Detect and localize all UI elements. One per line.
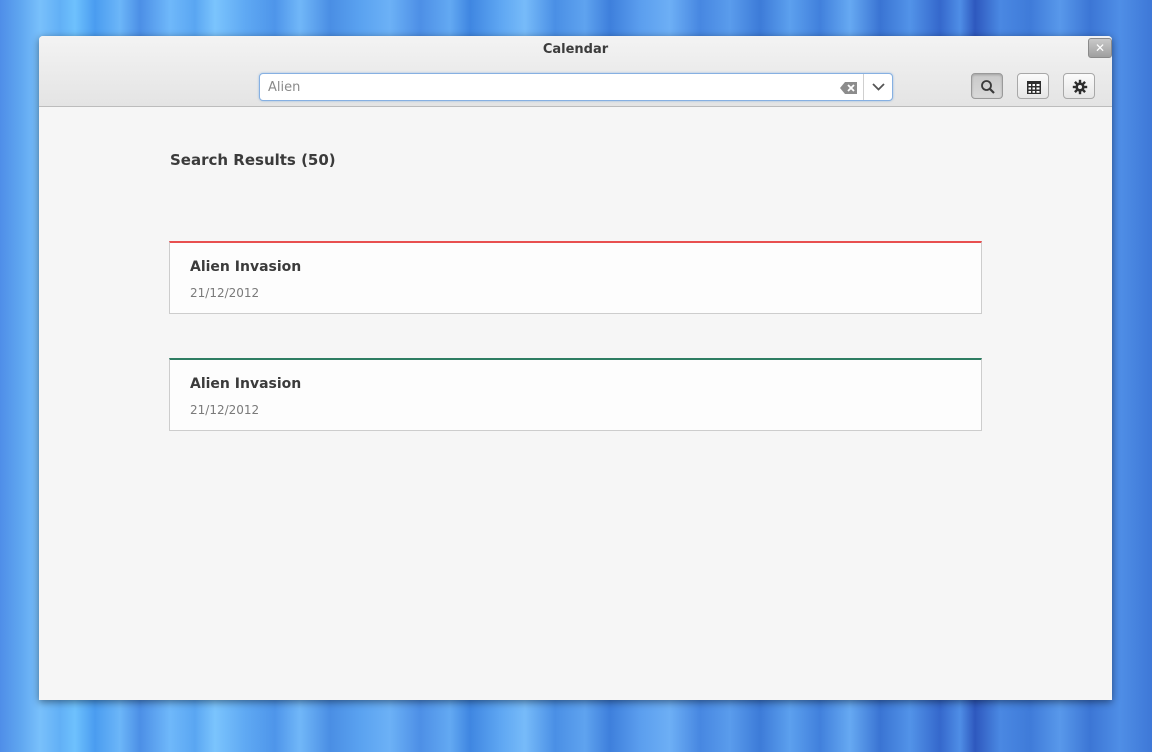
result-item[interactable]: Alien Invasion 21/12/2012 <box>169 241 982 314</box>
search-results-view: Search Results (50) Alien Invasion 21/12… <box>39 107 1112 700</box>
calendar-grid-icon <box>1027 81 1041 94</box>
result-item[interactable]: Alien Invasion 21/12/2012 <box>169 358 982 431</box>
window-title: Calendar <box>542 42 609 57</box>
close-icon: ✕ <box>1094 41 1106 55</box>
header-bar: Calendar ✕ <box>39 36 1112 107</box>
chevron-down-icon <box>872 83 885 91</box>
gear-icon <box>1072 79 1088 95</box>
search-icon <box>981 80 995 94</box>
event-date: 21/12/2012 <box>190 286 260 300</box>
edit-clear-icon[interactable] <box>840 80 858 94</box>
search-dropdown-button[interactable] <box>863 74 893 100</box>
event-title: Alien Invasion <box>190 376 302 392</box>
settings-button[interactable] <box>1063 73 1095 99</box>
event-date: 21/12/2012 <box>190 403 260 417</box>
results-heading: Search Results (50) <box>170 151 336 169</box>
close-button[interactable]: ✕ <box>1088 38 1112 58</box>
search-toggle-button[interactable] <box>971 73 1003 99</box>
search-input[interactable] <box>260 74 830 100</box>
event-title: Alien Invasion <box>190 259 302 275</box>
calendar-view-button[interactable] <box>1017 73 1049 99</box>
search-entry[interactable] <box>259 73 893 101</box>
calendar-window: Calendar ✕ Alien Search Results (50) Ali… <box>39 36 1112 700</box>
